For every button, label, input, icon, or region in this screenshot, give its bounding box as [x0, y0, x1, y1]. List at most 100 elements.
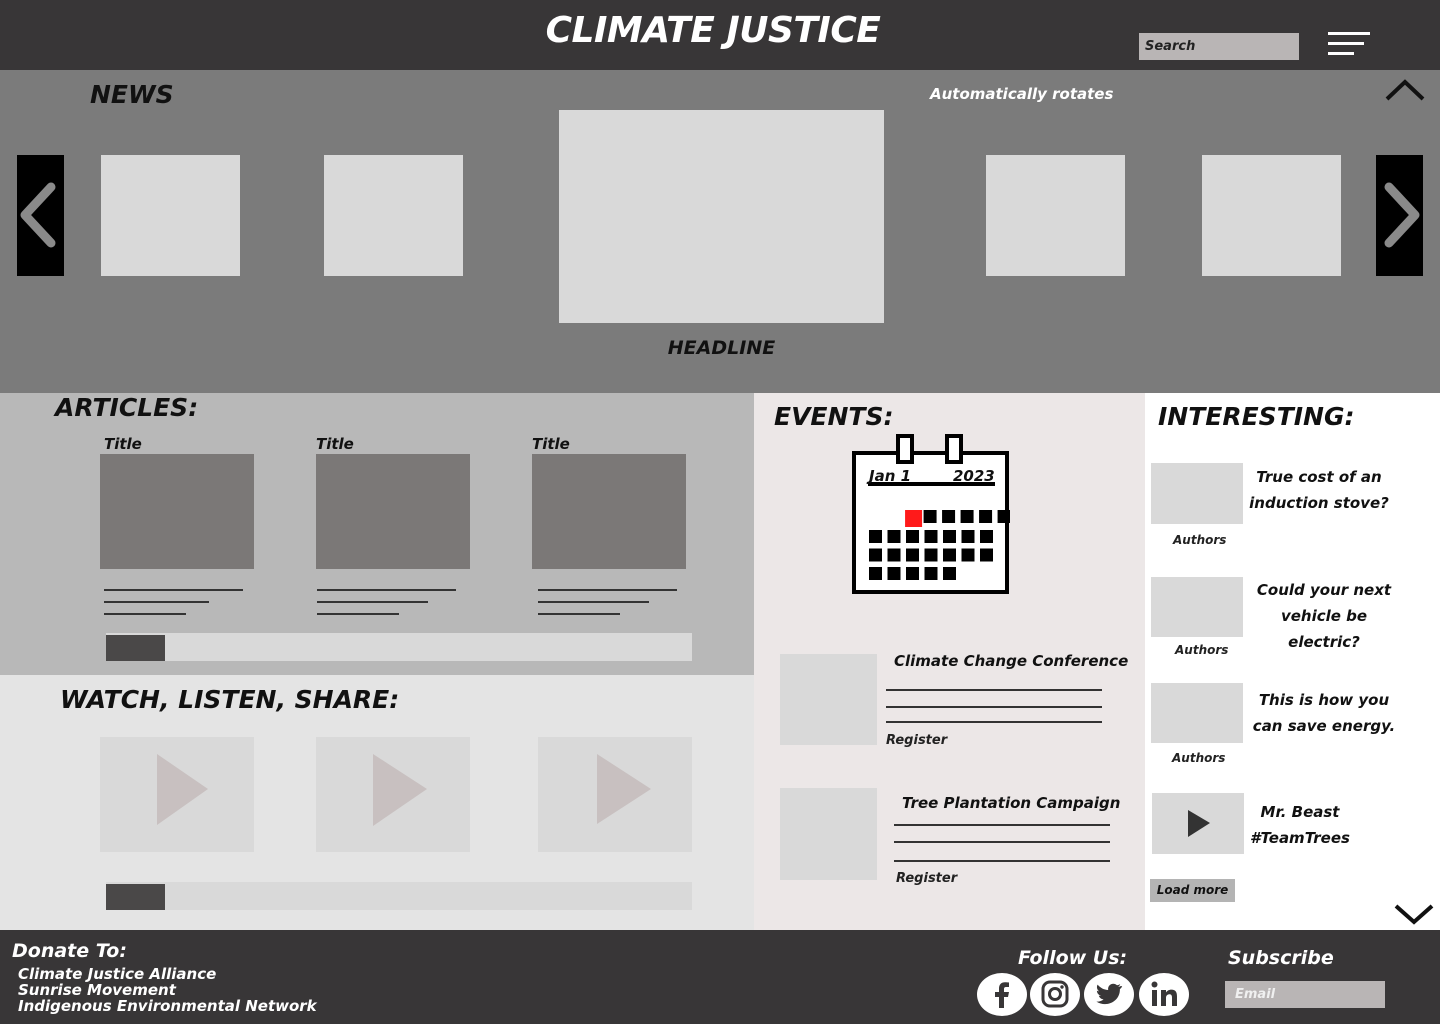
search-input[interactable]: [1139, 33, 1299, 60]
event-image[interactable]: [780, 788, 877, 880]
register-link[interactable]: Register: [896, 871, 957, 886]
play-icon: [597, 754, 651, 824]
interesting-video-thumbnail[interactable]: [1152, 793, 1244, 854]
article-text-line: [104, 589, 243, 591]
follow-heading: Follow Us:: [1018, 947, 1128, 969]
interesting-title[interactable]: Could your next vehicle be electric?: [1245, 577, 1403, 655]
watch-heading: WATCH, LISTEN, SHARE:: [60, 685, 400, 714]
calendar-day[interactable]: [887, 567, 901, 580]
calendar-day[interactable]: [961, 548, 975, 562]
calendar-day[interactable]: [979, 510, 993, 523]
article-title[interactable]: Title: [532, 435, 570, 453]
article-text-line: [317, 613, 399, 615]
event-title[interactable]: Climate Change Conference: [894, 652, 1128, 670]
article-text-line: [104, 601, 209, 603]
donate-heading: Donate To:: [12, 940, 127, 962]
calendar-day[interactable]: [924, 530, 938, 543]
interesting-title[interactable]: True cost of an induction stove?: [1245, 464, 1393, 516]
calendar-day[interactable]: [943, 530, 956, 543]
calendar-day[interactable]: [961, 530, 975, 543]
calendar-day[interactable]: [960, 510, 974, 523]
calendar-day[interactable]: [997, 510, 1011, 523]
play-icon: [157, 754, 208, 825]
calendar-day[interactable]: [887, 530, 901, 543]
article-text-line: [538, 589, 677, 591]
hamburger-menu-icon[interactable]: [1328, 32, 1372, 58]
news-featured-image[interactable]: [559, 110, 884, 323]
play-icon: [1188, 810, 1210, 837]
article-image[interactable]: [100, 454, 254, 569]
calendar-day[interactable]: [943, 548, 956, 562]
events-heading: EVENTS:: [774, 402, 894, 431]
watch-scrollbar[interactable]: [106, 882, 692, 910]
facebook-icon[interactable]: [977, 973, 1027, 1016]
calendar-day[interactable]: [869, 530, 882, 543]
news-thumbnail[interactable]: [324, 155, 463, 276]
event-text-line: [886, 706, 1102, 708]
calendar-day[interactable]: [869, 548, 882, 562]
interesting-title[interactable]: Mr. Beast #TeamTrees: [1246, 799, 1354, 851]
scroll-down-icon[interactable]: [1393, 901, 1435, 927]
event-text-line: [894, 824, 1110, 826]
calendar-widget[interactable]: [852, 434, 1011, 596]
calendar-day[interactable]: [906, 567, 919, 580]
calendar-day[interactable]: [980, 530, 993, 543]
calendar-day[interactable]: [924, 548, 938, 562]
calendar-day[interactable]: [942, 510, 956, 523]
interesting-thumbnail[interactable]: [1151, 683, 1243, 743]
calendar-day[interactable]: [906, 548, 919, 562]
event-text-line: [886, 721, 1102, 723]
play-icon: [373, 754, 427, 826]
article-text-line: [317, 601, 428, 603]
article-image[interactable]: [316, 454, 470, 569]
event-title[interactable]: Tree Plantation Campaign: [902, 794, 1120, 812]
collapse-up-icon[interactable]: [1384, 78, 1426, 102]
authors-label: Authors: [1173, 533, 1227, 547]
twitter-icon[interactable]: [1084, 973, 1134, 1016]
calendar-icon: [852, 434, 1011, 594]
event-image[interactable]: [780, 654, 877, 745]
interesting-title[interactable]: This is how you can save energy.: [1250, 687, 1398, 739]
article-title[interactable]: Title: [104, 435, 142, 453]
carousel-next-button[interactable]: [1376, 155, 1423, 276]
instagram-icon[interactable]: [1030, 973, 1080, 1016]
video-card[interactable]: [316, 737, 470, 852]
article-title[interactable]: Title: [316, 435, 354, 453]
chevron-left-icon: [20, 182, 56, 248]
article-image[interactable]: [532, 454, 686, 569]
news-headline[interactable]: HEADLINE: [559, 337, 884, 359]
interesting-thumbnail[interactable]: [1151, 577, 1243, 637]
calendar-date: Jan 1: [869, 467, 912, 485]
news-thumbnail[interactable]: [101, 155, 240, 276]
calendar-day[interactable]: [924, 567, 938, 580]
articles-scrollbar-thumb[interactable]: [106, 635, 165, 661]
chevron-right-icon: [1384, 182, 1420, 248]
article-text-line: [538, 601, 649, 603]
event-text-line: [886, 689, 1102, 691]
calendar-day-highlighted[interactable]: [905, 510, 923, 527]
email-field[interactable]: [1225, 981, 1385, 1008]
authors-label: Authors: [1172, 751, 1226, 765]
load-more-button[interactable]: Load more: [1150, 879, 1235, 902]
interesting-thumbnail[interactable]: [1151, 463, 1243, 524]
carousel-prev-button[interactable]: [17, 155, 64, 276]
calendar-day[interactable]: [923, 510, 937, 523]
calendar-day[interactable]: [943, 567, 956, 580]
news-heading: NEWS: [90, 80, 174, 109]
carousel-note: Automatically rotates: [930, 85, 1114, 103]
donate-link[interactable]: Indigenous Environmental Network: [18, 997, 317, 1015]
news-thumbnail[interactable]: [1202, 155, 1341, 276]
articles-scrollbar[interactable]: [106, 633, 692, 661]
calendar-day[interactable]: [906, 530, 919, 543]
calendar-day[interactable]: [869, 567, 882, 580]
video-card[interactable]: [538, 737, 692, 852]
video-card[interactable]: [100, 737, 254, 852]
interesting-heading: INTERESTING:: [1158, 402, 1355, 431]
news-thumbnail[interactable]: [986, 155, 1125, 276]
calendar-day[interactable]: [887, 548, 901, 562]
register-link[interactable]: Register: [886, 733, 947, 748]
watch-scrollbar-thumb[interactable]: [106, 884, 165, 910]
calendar-day[interactable]: [980, 548, 993, 562]
linkedin-icon[interactable]: [1139, 973, 1189, 1016]
authors-label: Authors: [1175, 643, 1229, 657]
